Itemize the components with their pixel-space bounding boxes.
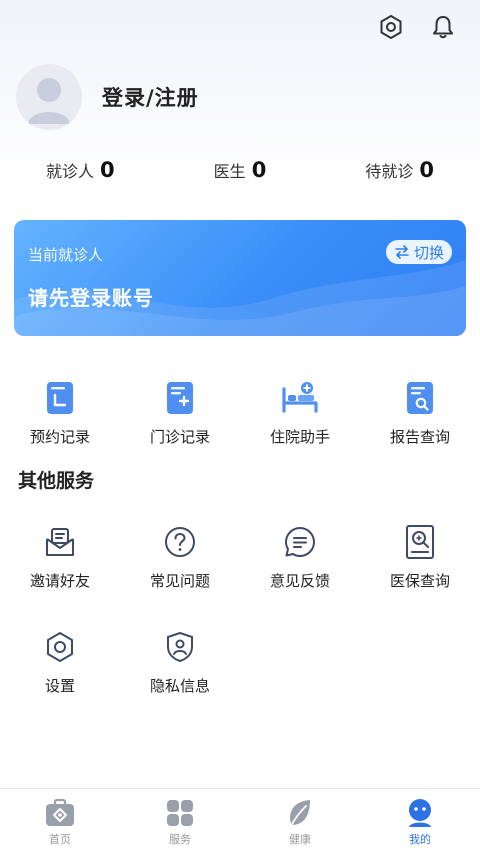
- privacy-shield-icon: [160, 627, 200, 667]
- question-icon: [160, 522, 200, 562]
- other-services-grid: 邀请好友 常见问题 意见反馈 医保查询 设置 隐私信息: [0, 522, 480, 696]
- quick-action-label: 门诊记录: [149, 428, 210, 446]
- stat-label: 医生: [213, 162, 246, 181]
- settings-icon: [40, 627, 80, 667]
- quick-action-outpatient-record[interactable]: 门诊记录: [120, 378, 240, 447]
- leaf-icon: [284, 797, 316, 829]
- card-wave-decoration: [14, 260, 466, 336]
- service-settings[interactable]: 设置: [0, 627, 120, 696]
- stat-doctors[interactable]: 医生 0: [214, 158, 267, 182]
- stat-patients[interactable]: 就诊人 0: [46, 158, 115, 182]
- settings-icon[interactable]: [376, 12, 406, 42]
- top-toolbar: [376, 12, 458, 42]
- quick-action-hospital-assistant[interactable]: 住院助手: [240, 378, 360, 447]
- invite-mail-icon: [40, 522, 80, 562]
- stat-value: 0: [251, 158, 267, 182]
- switch-patient-button[interactable]: 切换: [385, 240, 452, 264]
- tab-health[interactable]: 健康: [240, 789, 360, 854]
- tab-home[interactable]: 首页: [0, 789, 120, 854]
- quick-action-label: 报告查询: [389, 428, 450, 446]
- tab-label: 健康: [289, 833, 311, 846]
- login-register-link[interactable]: 登录/注册: [102, 82, 199, 112]
- profile-page: 登录/注册 就诊人 0 医生 0 待就诊 0 当前就诊人 请先登录账号 切换 预…: [0, 0, 480, 854]
- stat-value: 0: [100, 158, 115, 182]
- service-label: 意见反馈: [269, 572, 330, 590]
- outpatient-record-icon: [160, 378, 200, 418]
- service-feedback[interactable]: 意见反馈: [240, 522, 360, 591]
- other-services-title: 其他服务: [18, 470, 95, 492]
- service-label: 邀请好友: [29, 572, 90, 590]
- tab-label: 服务: [169, 833, 191, 846]
- tab-label: 首页: [49, 833, 71, 846]
- appointment-record-icon: [40, 378, 80, 418]
- stat-pending-visits[interactable]: 待就诊 0: [365, 158, 434, 182]
- bell-icon[interactable]: [428, 12, 458, 42]
- service-faq[interactable]: 常见问题: [120, 522, 240, 591]
- stats-row: 就诊人 0 医生 0 待就诊 0: [0, 158, 480, 182]
- service-label: 常见问题: [149, 572, 210, 590]
- current-patient-card[interactable]: 当前就诊人 请先登录账号 切换: [14, 220, 466, 336]
- service-label: 设置: [44, 677, 75, 695]
- service-invite-friends[interactable]: 邀请好友: [0, 522, 120, 591]
- service-label: 隐私信息: [149, 677, 210, 695]
- tab-mine[interactable]: 我的: [360, 789, 480, 854]
- avatar[interactable]: [16, 64, 82, 130]
- hospital-bed-icon: [280, 378, 320, 418]
- quick-action-label: 预约记录: [29, 428, 90, 446]
- stat-label: 就诊人: [46, 162, 95, 181]
- stat-label: 待就诊: [365, 162, 414, 181]
- tab-label: 我的: [409, 833, 431, 846]
- quick-action-appointment-record[interactable]: 预约记录: [0, 378, 120, 447]
- service-insurance-query[interactable]: 医保查询: [360, 522, 480, 591]
- bottom-tab-bar: 首页 服务 健康 我的: [0, 788, 480, 854]
- report-search-icon: [400, 378, 440, 418]
- card-title: 当前就诊人: [28, 246, 104, 264]
- switch-label: 切换: [413, 243, 444, 262]
- quick-action-label: 住院助手: [269, 428, 330, 446]
- quick-action-report-search[interactable]: 报告查询: [360, 378, 480, 447]
- user-face-icon: [404, 797, 436, 829]
- card-login-prompt: 请先登录账号: [28, 286, 154, 310]
- swap-arrows-icon: [395, 245, 409, 259]
- feedback-icon: [280, 522, 320, 562]
- stat-value: 0: [419, 158, 434, 182]
- services-grid-icon: [164, 797, 196, 829]
- tab-services[interactable]: 服务: [120, 789, 240, 854]
- profile-header[interactable]: 登录/注册: [16, 64, 199, 130]
- quick-actions-grid: 预约记录 门诊记录 住院助手 报告查询: [0, 378, 480, 447]
- service-privacy-info[interactable]: 隐私信息: [120, 627, 240, 696]
- home-medkit-icon: [44, 797, 76, 829]
- insurance-search-icon: [400, 522, 440, 562]
- service-label: 医保查询: [389, 572, 450, 590]
